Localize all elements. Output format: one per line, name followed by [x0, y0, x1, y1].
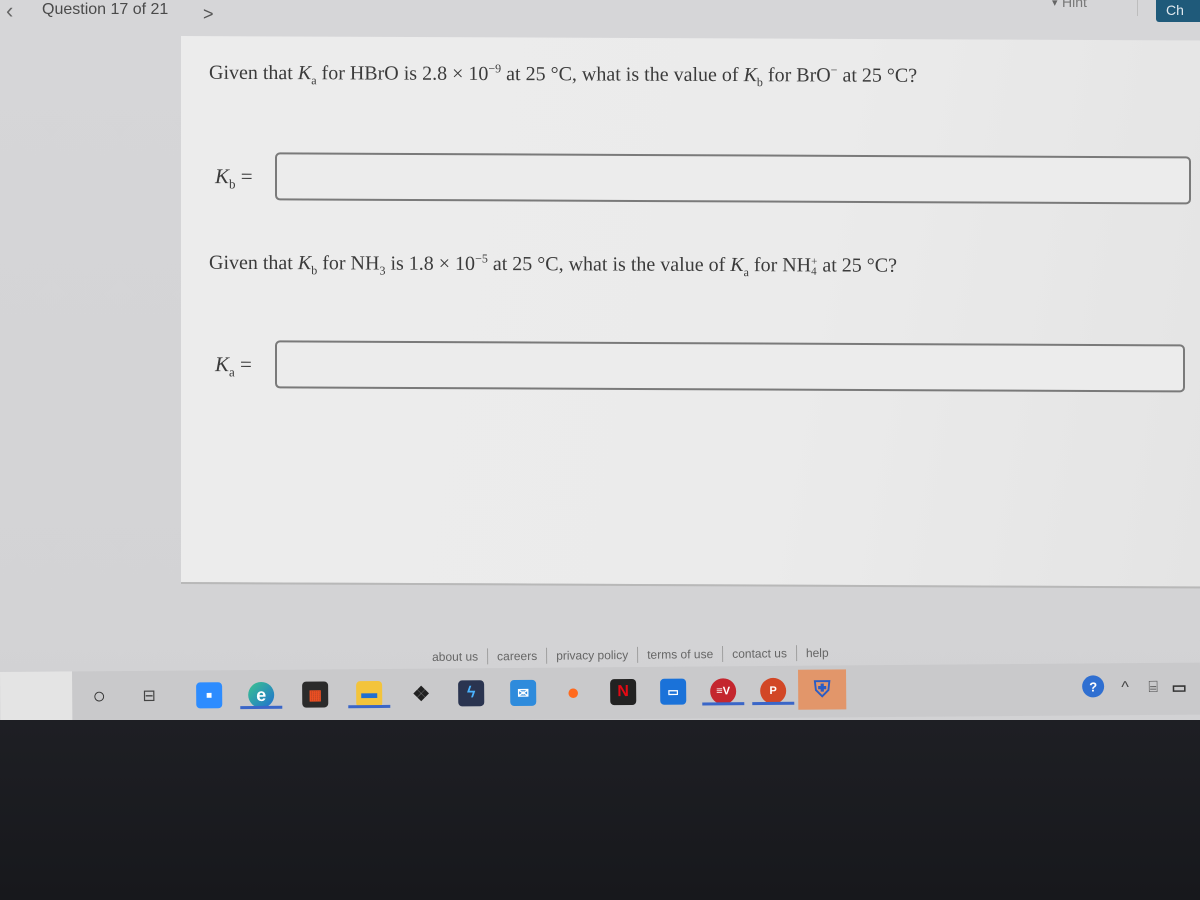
task-view-icon[interactable]: ⊟ — [136, 683, 162, 709]
kb-answer-label: Kb = — [215, 164, 253, 192]
microsoft-store-icon[interactable]: ▦ — [302, 681, 329, 708]
ka-symbol: K — [730, 254, 744, 277]
hint-button[interactable]: ▾ Hint — [1018, 0, 1138, 16]
chevron-right-icon: > — [203, 4, 214, 24]
blue-bolt-app-icon[interactable]: ϟ — [458, 680, 485, 707]
search-icon[interactable]: ○ — [86, 683, 112, 709]
mail-icon[interactable]: ✉ — [510, 679, 537, 706]
tablet-mode-icon[interactable]: ⌸ — [1140, 675, 1166, 701]
question-nav-bar: ‹ Question 17 of 21 > ▾ Hint Ch — [0, 0, 1200, 34]
security-shield-icon[interactable]: ⛨ — [798, 669, 847, 710]
hint-label: Hint — [1062, 0, 1087, 10]
windows-taskbar: ○ ⊟ ■ e ▦ ▬ ❖ ϟ ✉ ● N ▭ ≡V P ⛨ ? ^ ⌸ ▭ — [0, 662, 1200, 724]
edge-browser-icon[interactable]: e — [240, 681, 283, 710]
footer-link-about-us[interactable]: about us — [432, 648, 489, 665]
footer-link-help[interactable]: help — [797, 645, 838, 661]
footer-link-privacy-policy[interactable]: privacy policy — [547, 646, 639, 664]
previous-question-button[interactable]: ‹ — [6, 0, 13, 24]
footer-link-contact-us[interactable]: contact us — [723, 645, 797, 662]
question-1-text: Given that Ka for HBrO is 2.8 × 10−9 at … — [209, 61, 918, 90]
ka-answer-input[interactable] — [275, 340, 1185, 393]
kb-symbol: K — [297, 252, 312, 275]
check-answer-button[interactable]: Ch — [1156, 0, 1200, 22]
expressvpn-icon[interactable]: ≡V — [702, 678, 745, 706]
zoom-app-icon[interactable]: ■ — [196, 682, 223, 709]
monitor-bezel — [0, 720, 1200, 900]
footer-link-careers[interactable]: careers — [488, 647, 548, 665]
powerpoint-icon[interactable]: P — [752, 677, 795, 706]
dropbox-icon[interactable]: ❖ — [408, 681, 434, 707]
kb-answer-input[interactable] — [275, 152, 1191, 205]
battery-icon[interactable]: ▭ — [1166, 675, 1192, 701]
question-counter: Question 17 of 21 — [42, 1, 169, 18]
footer-link-terms-of-use[interactable]: terms of use — [638, 645, 724, 663]
check-label: Ch — [1166, 2, 1184, 18]
firefox-icon[interactable]: ● — [560, 679, 586, 705]
chevron-left-icon: ‹ — [6, 0, 14, 23]
prime-video-icon[interactable]: ▭ — [660, 678, 687, 705]
next-question-button[interactable]: > — [203, 4, 214, 25]
kb-symbol: K — [743, 64, 757, 87]
show-hidden-icons-chevron[interactable]: ^ — [1112, 675, 1138, 701]
question-card: Given that Ka for HBrO is 2.8 × 10−9 at … — [181, 36, 1200, 589]
netflix-icon[interactable]: N — [610, 679, 637, 706]
ka-symbol: K — [297, 62, 312, 85]
help-tray-icon[interactable]: ? — [1082, 675, 1105, 698]
ka-answer-label: Ka = — [215, 352, 252, 380]
question-2-text: Given that Kb for NH3 is 1.8 × 10−5 at 2… — [209, 251, 898, 280]
file-explorer-icon[interactable]: ▬ — [348, 680, 391, 709]
lightbulb-icon: ▾ — [1052, 0, 1058, 9]
